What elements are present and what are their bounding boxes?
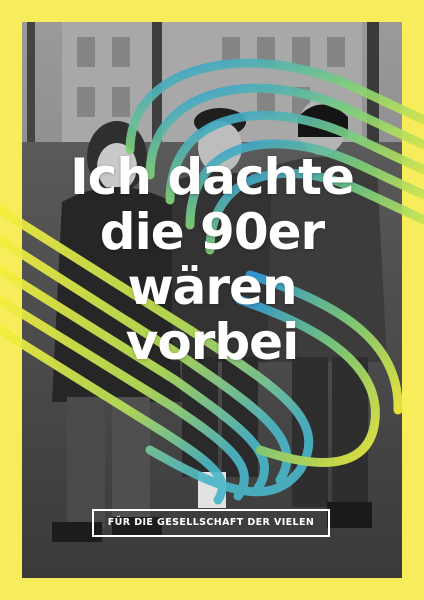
slogan-box: FÜR DIE GESELLSCHAFT DER VIELEN <box>92 509 330 537</box>
headline: Ich dachte die 90er wären vorbei <box>22 150 402 370</box>
headline-line-1: Ich dachte <box>70 148 355 206</box>
headline-line-3: wären <box>127 258 297 316</box>
headline-line-4: vorbei <box>125 313 299 371</box>
poster: Ich dachte die 90er wären vorbei FÜR DIE… <box>0 0 424 600</box>
headline-line-2: die 90er <box>99 203 325 261</box>
